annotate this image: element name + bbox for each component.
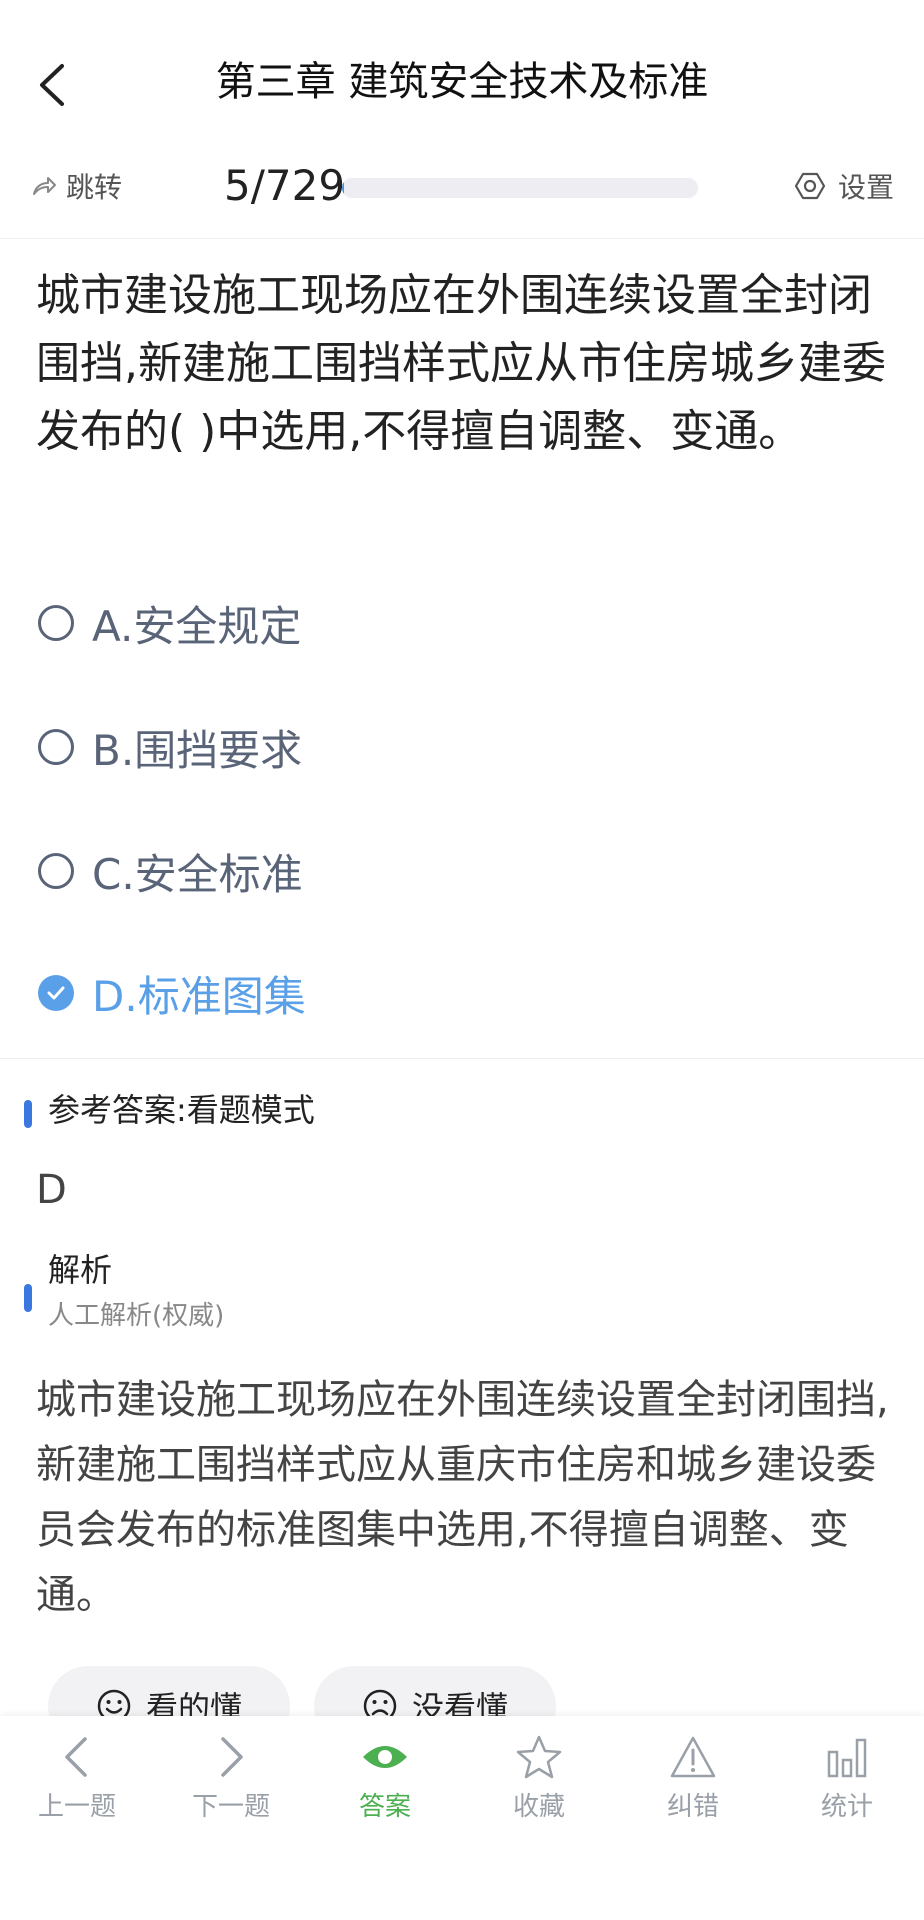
answer-heading: 参考答案:看题模式 (48, 1091, 315, 1129)
option-c[interactable]: C.安全标准 (38, 836, 303, 906)
nav-label: 纠错 (666, 1792, 719, 1822)
nav-stats[interactable]: 统计 (770, 1732, 924, 1823)
nav-answer[interactable]: 答案 (308, 1732, 462, 1823)
option-d[interactable]: D.标准图集 (38, 958, 306, 1028)
option-b[interactable]: B.围挡要求 (38, 712, 302, 782)
nav-favorite[interactable]: 收藏 (462, 1732, 616, 1823)
option-label: D.标准图集 (92, 971, 306, 1021)
warning-icon (668, 1732, 718, 1782)
radio-unchecked-icon (38, 605, 74, 641)
section-marker (24, 1100, 32, 1128)
section-marker (24, 1284, 32, 1312)
jump-label: 跳转 (66, 171, 123, 204)
option-label: A.安全规定 (92, 601, 302, 651)
chevron-left-icon (52, 1732, 102, 1782)
radio-unchecked-icon (38, 729, 74, 765)
nav-label: 下一题 (191, 1792, 270, 1822)
analysis-text: 城市建设施工现场应在外围连续设置全封闭围挡,新建施工围挡样式应从重庆市住房和城乡… (36, 1377, 889, 1618)
jump-button[interactable]: 跳转 (30, 166, 122, 206)
nav-next[interactable]: 下一题 (154, 1732, 308, 1823)
option-label: B.围挡要求 (92, 725, 303, 775)
progress-bar (342, 178, 698, 198)
eye-icon (360, 1732, 410, 1782)
nav-label: 答案 (358, 1792, 411, 1822)
star-icon (514, 1732, 564, 1782)
divider (0, 238, 924, 239)
option-a[interactable]: A.安全规定 (38, 588, 301, 658)
settings-label: 设置 (838, 171, 895, 204)
analysis-subtitle: 人工解析(权威) (48, 1301, 225, 1331)
nav-label: 统计 (820, 1792, 873, 1822)
gear-icon (794, 172, 826, 200)
radio-unchecked-icon (38, 853, 74, 889)
bar-chart-icon (822, 1732, 872, 1782)
nav-prev[interactable]: 上一题 (0, 1732, 154, 1823)
bottom-nav: 上一题 下一题 答案 收藏 纠错 统计 (0, 1716, 924, 1920)
analysis-title: 解析 (48, 1251, 113, 1289)
answer-value: D (36, 1167, 67, 1213)
share-arrow-icon (33, 177, 56, 195)
progress-counter: 5/729 (224, 161, 346, 210)
nav-label: 上一题 (37, 1792, 116, 1822)
page-title: 第三章 建筑安全技术及标准 (215, 59, 709, 105)
check-circle-icon (38, 975, 74, 1011)
option-label: C.安全标准 (92, 849, 303, 899)
divider (0, 1058, 924, 1059)
nav-report-error[interactable]: 纠错 (616, 1732, 770, 1823)
nav-label: 收藏 (512, 1792, 565, 1822)
chevron-right-icon (206, 1732, 256, 1782)
settings-button[interactable]: 设置 (794, 166, 894, 206)
question-text: 城市建设施工现场应在外围连续设置全封闭围挡,新建施工围挡样式应从市住房城乡建委发… (36, 270, 886, 457)
